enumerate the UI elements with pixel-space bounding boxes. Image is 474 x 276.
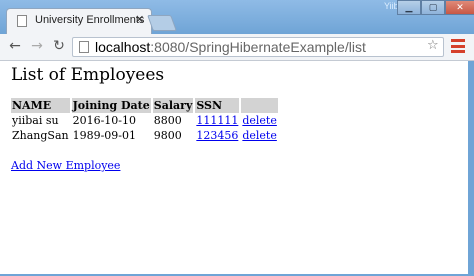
forward-icon[interactable]: → xyxy=(28,37,46,55)
page-content: List of Employees NAME Joining Date Sala… xyxy=(0,61,468,274)
tab-title: University Enrollments xyxy=(35,14,145,26)
page-icon xyxy=(17,15,27,27)
add-employee-link[interactable]: Add New Employee xyxy=(11,159,120,172)
close-tab-icon[interactable]: ✕ xyxy=(135,13,144,26)
ssn-edit-link[interactable]: 123456 xyxy=(196,129,238,142)
address-bar[interactable]: localhost:8080/SpringHibernateExample/li… xyxy=(72,37,444,57)
cell-joining-date: 2016-10-10 xyxy=(72,114,137,127)
back-icon[interactable]: ← xyxy=(6,37,24,55)
column-header-action xyxy=(241,98,278,113)
table-row: yiibai su 2016-10-10 8800 111111 delete xyxy=(11,113,278,128)
column-header-joining-date: Joining Date xyxy=(71,98,151,113)
employees-table: NAME Joining Date Salary SSN yiibai su 2… xyxy=(9,98,280,143)
browser-window: University Enrollments ✕ Yiibai.com ▁ ▢ … xyxy=(0,0,474,276)
title-bar: University Enrollments ✕ Yiibai.com ▁ ▢ … xyxy=(0,0,474,34)
maximize-button[interactable]: ▢ xyxy=(421,0,445,15)
bookmark-star-icon[interactable]: ☆ xyxy=(427,38,439,53)
window-frame-right xyxy=(468,61,474,276)
window-controls: ▁ ▢ ✕ xyxy=(397,0,474,15)
page-title: List of Employees xyxy=(11,65,165,85)
menu-icon[interactable] xyxy=(451,39,465,53)
cell-name: yiibai su xyxy=(12,114,59,127)
browser-tab[interactable]: University Enrollments ✕ xyxy=(6,8,152,34)
column-header-name: NAME xyxy=(11,98,70,113)
cell-salary: 9800 xyxy=(153,129,182,142)
cell-name: ZhangSan xyxy=(12,129,69,142)
delete-link[interactable]: delete xyxy=(242,114,277,127)
browser-toolbar: ← → ↻ localhost:8080/SpringHibernateExam… xyxy=(0,34,474,61)
cell-salary: 8800 xyxy=(153,114,182,127)
table-row: ZhangSan 1989-09-01 9800 123456 delete xyxy=(11,128,278,143)
minimize-button[interactable]: ▁ xyxy=(397,0,421,15)
reload-icon[interactable]: ↻ xyxy=(50,37,68,55)
ssn-edit-link[interactable]: 111111 xyxy=(196,114,238,127)
table-header-row: NAME Joining Date Salary SSN xyxy=(11,98,278,113)
page-info-icon[interactable] xyxy=(79,41,89,53)
delete-link[interactable]: delete xyxy=(242,129,277,142)
close-window-button[interactable]: ✕ xyxy=(445,0,474,15)
column-header-salary: Salary xyxy=(152,98,194,113)
cell-joining-date: 1989-09-01 xyxy=(72,129,137,142)
column-header-ssn: SSN xyxy=(195,98,240,113)
url-text[interactable]: localhost:8080/SpringHibernateExample/li… xyxy=(95,38,366,56)
new-tab-button[interactable] xyxy=(147,15,177,31)
